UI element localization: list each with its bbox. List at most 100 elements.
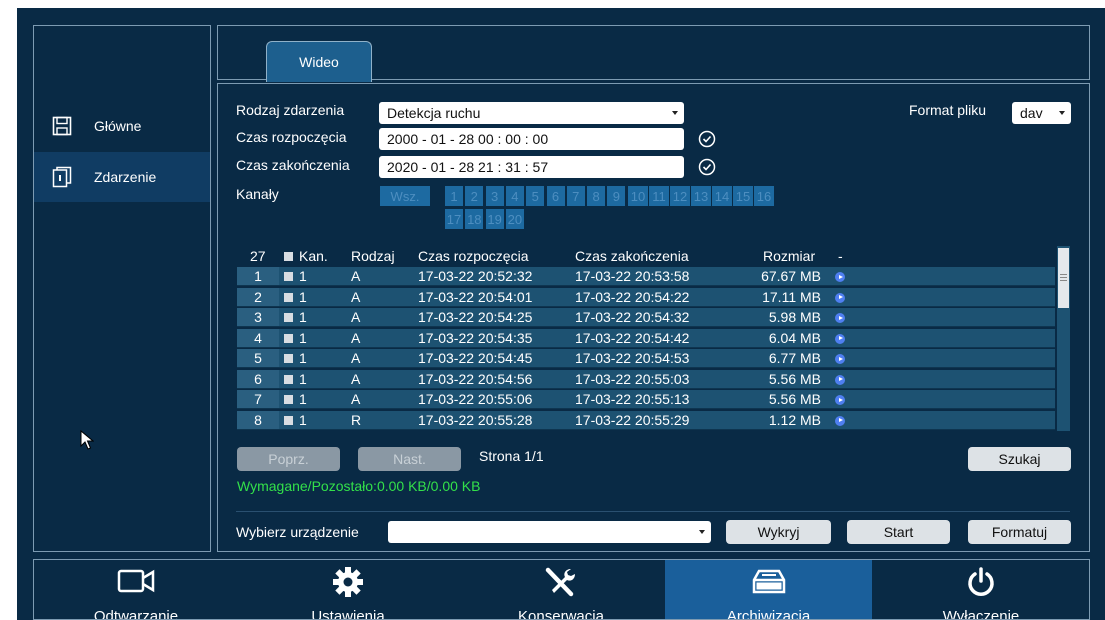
channel-button[interactable]: 6 bbox=[546, 186, 565, 206]
table-scrollbar[interactable] bbox=[1057, 246, 1070, 431]
row-checkbox[interactable] bbox=[284, 333, 293, 343]
nav-shutdown[interactable]: Wyłączenie bbox=[879, 560, 1083, 620]
row-size: 5.98 MB bbox=[768, 309, 821, 325]
channel-button[interactable]: 19 bbox=[485, 209, 504, 229]
play-icon[interactable] bbox=[835, 333, 845, 344]
archive-drive-icon bbox=[665, 566, 872, 596]
channel-button[interactable]: 5 bbox=[526, 186, 545, 206]
sidebar-item-label: Główne bbox=[94, 118, 142, 134]
channel-button[interactable]: 3 bbox=[485, 186, 504, 206]
nav-settings[interactable]: Ustawienia bbox=[246, 560, 450, 619]
row-start: 17-03-22 20:54:56 bbox=[418, 370, 533, 387]
table-row[interactable]: 2 1 A 17-03-22 20:54:01 17-03-22 20:54:22 17.… bbox=[237, 287, 1055, 307]
channels-label: Kanały bbox=[236, 186, 279, 202]
channel-button[interactable]: 16 bbox=[754, 186, 774, 206]
chevron-down-icon bbox=[672, 111, 678, 115]
format-button[interactable]: Formatuj bbox=[968, 520, 1071, 544]
row-checkbox[interactable] bbox=[284, 395, 293, 404]
channel-button[interactable]: 7 bbox=[566, 186, 585, 206]
row-start: 17-03-22 20:54:25 bbox=[418, 309, 533, 325]
scrollbar-thumb[interactable] bbox=[1058, 248, 1069, 308]
sidebar-item-main[interactable]: Główne bbox=[34, 101, 210, 151]
channel-button[interactable]: 8 bbox=[587, 186, 606, 206]
row-checkbox[interactable] bbox=[284, 415, 293, 425]
channel-button[interactable]: 18 bbox=[465, 209, 484, 229]
row-number: 7 bbox=[254, 391, 262, 407]
channel-button[interactable]: 20 bbox=[505, 209, 524, 229]
row-checkbox[interactable] bbox=[284, 292, 293, 302]
start-time-input[interactable]: 2000 - 01 - 28 00 : 00 : 00 bbox=[379, 128, 684, 150]
row-checkbox[interactable] bbox=[284, 313, 293, 322]
detect-button[interactable]: Wykryj bbox=[726, 520, 831, 544]
header-end: Czas zakończenia bbox=[575, 248, 689, 264]
gear-icon bbox=[246, 566, 450, 597]
channel-button[interactable]: 15 bbox=[733, 186, 753, 206]
mouse-pointer-icon bbox=[80, 429, 95, 453]
tab-video[interactable]: Wideo bbox=[266, 41, 372, 82]
select-all-checkbox[interactable] bbox=[284, 252, 293, 261]
channel-button[interactable]: 2 bbox=[465, 186, 484, 206]
play-icon[interactable] bbox=[835, 292, 845, 303]
table-row[interactable]: 8 1 R 17-03-22 20:55:28 17-03-22 20:55:29 1.1… bbox=[237, 410, 1055, 430]
sidebar-item-event[interactable]: Zdarzenie bbox=[34, 152, 210, 202]
search-button[interactable]: Szukaj bbox=[968, 447, 1071, 471]
clock-icon[interactable] bbox=[698, 130, 716, 148]
play-icon[interactable] bbox=[835, 313, 845, 323]
row-end: 17-03-22 20:54:22 bbox=[575, 288, 690, 305]
nav-maintenance[interactable]: Konserwacja bbox=[459, 560, 663, 620]
table-row[interactable]: 4 1 A 17-03-22 20:54:35 17-03-22 20:54:42 6.0… bbox=[237, 328, 1055, 348]
channel-button[interactable]: 17 bbox=[445, 209, 463, 229]
row-channel: 1 bbox=[299, 288, 307, 305]
row-start: 17-03-22 20:55:06 bbox=[418, 391, 533, 407]
nav-label: Konserwacja bbox=[518, 608, 604, 620]
channel-button[interactable]: 9 bbox=[607, 186, 626, 206]
next-page-button[interactable]: Nast. bbox=[358, 447, 461, 471]
row-size: 17.11 MB bbox=[762, 288, 821, 305]
channel-button[interactable]: 13 bbox=[691, 186, 711, 206]
header-size: Rozmiar bbox=[763, 248, 816, 264]
channel-button[interactable]: 12 bbox=[670, 186, 690, 206]
row-number: 2 bbox=[254, 288, 262, 305]
play-icon[interactable] bbox=[835, 415, 845, 426]
nav-playback[interactable]: Odtwarzanie bbox=[34, 560, 238, 619]
event-type-select[interactable]: Detekcja ruchu bbox=[379, 102, 684, 124]
play-icon[interactable] bbox=[835, 272, 845, 282]
row-type: A bbox=[351, 370, 361, 387]
play-icon[interactable] bbox=[835, 374, 845, 385]
device-select[interactable] bbox=[388, 521, 711, 543]
device-label: Wybierz urządzenie bbox=[236, 524, 359, 540]
nav-archive[interactable]: Archiwizacja bbox=[665, 560, 872, 619]
row-checkbox[interactable] bbox=[284, 374, 293, 384]
channel-button[interactable]: 4 bbox=[505, 186, 524, 206]
table-row[interactable]: 6 1 A 17-03-22 20:54:56 17-03-22 20:55:03 5.5… bbox=[237, 369, 1055, 389]
save-icon bbox=[50, 114, 74, 138]
table-row[interactable]: 1 1 A 17-03-22 20:52:32 17-03-22 20:53:58 67.… bbox=[237, 267, 1055, 286]
file-format-select[interactable]: dav bbox=[1012, 102, 1071, 124]
chevron-down-icon bbox=[1059, 111, 1065, 115]
row-number: 1 bbox=[254, 268, 262, 284]
clock-icon[interactable] bbox=[698, 158, 716, 176]
channel-button[interactable]: 11 bbox=[649, 186, 669, 206]
table-row[interactable]: 3 1 A 17-03-22 20:54:25 17-03-22 20:54:32 5.9… bbox=[237, 308, 1055, 327]
row-type: A bbox=[351, 288, 361, 305]
channel-button[interactable]: 10 bbox=[628, 186, 648, 206]
channel-button[interactable]: 14 bbox=[712, 186, 732, 206]
table-row[interactable]: 7 1 A 17-03-22 20:55:06 17-03-22 20:55:13 5.5… bbox=[237, 390, 1055, 409]
camera-icon bbox=[34, 566, 238, 596]
start-button[interactable]: Start bbox=[847, 520, 950, 544]
main-panel: Rodzaj zdarzenia Detekcja ruchu Format p… bbox=[217, 83, 1090, 552]
table-row[interactable]: 5 1 A 17-03-22 20:54:45 17-03-22 20:54:53 6.7… bbox=[237, 349, 1055, 368]
nav-label: Wyłączenie bbox=[942, 608, 1020, 620]
channel-button[interactable]: 1 bbox=[445, 186, 463, 206]
row-checkbox[interactable] bbox=[284, 272, 293, 281]
prev-page-button[interactable]: Poprz. bbox=[237, 447, 340, 471]
play-icon[interactable] bbox=[835, 354, 845, 364]
play-icon[interactable] bbox=[835, 395, 845, 405]
tools-icon bbox=[459, 566, 663, 597]
row-start: 17-03-22 20:54:01 bbox=[418, 288, 533, 305]
end-time-label: Czas zakończenia bbox=[236, 157, 350, 173]
row-checkbox[interactable] bbox=[284, 354, 293, 363]
channel-all-button[interactable]: Wsz. bbox=[380, 186, 430, 206]
row-end: 17-03-22 20:54:53 bbox=[575, 350, 690, 366]
end-time-input[interactable]: 2020 - 01 - 28 21 : 31 : 57 bbox=[379, 156, 684, 178]
